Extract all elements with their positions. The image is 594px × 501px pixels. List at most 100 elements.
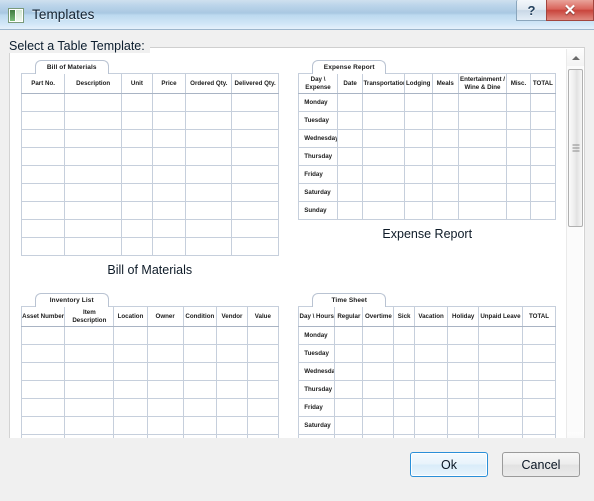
- scrollbar-thumb[interactable]: [568, 69, 583, 227]
- table-cell: [216, 380, 248, 399]
- column-header: Vendor: [216, 306, 248, 327]
- table-cell: [362, 147, 405, 166]
- template-tab-label[interactable]: Bill of Materials: [34, 60, 109, 74]
- template-bill-of-materials[interactable]: Bill of Materials Part No. Description U…: [20, 56, 279, 289]
- table-cell: [64, 416, 115, 435]
- table-row: Friday: [298, 398, 557, 417]
- help-button[interactable]: ?: [516, 0, 546, 21]
- table-cell: [336, 129, 364, 148]
- table-cell: [20, 165, 66, 184]
- template-tab-label[interactable]: Inventory List: [34, 293, 109, 307]
- template-time-sheet[interactable]: Time Sheet Day \ Hours Regular Overtime …: [298, 289, 557, 449]
- table-cell: [20, 326, 66, 345]
- template-cell: Bill of Materials Part No. Description U…: [11, 56, 289, 289]
- table-cell: [393, 362, 415, 381]
- table-row: Friday: [298, 165, 557, 184]
- template-groupbox: Select a Table Template: Bill of Materia…: [9, 39, 585, 451]
- table-cell: [185, 147, 233, 166]
- table-cell: [529, 111, 557, 130]
- table-cell: [506, 183, 531, 202]
- table-cell: [64, 362, 115, 381]
- template-preview-table[interactable]: Part No. Description Unit Price Ordered …: [20, 73, 279, 256]
- vertical-scrollbar[interactable]: [566, 49, 584, 449]
- table-cell: [146, 398, 184, 417]
- table-cell: [246, 362, 279, 381]
- table-row: [20, 129, 279, 148]
- table-cell: [457, 147, 508, 166]
- table-cell: [120, 219, 153, 238]
- table-cell: [362, 165, 405, 184]
- table-cell: [185, 165, 233, 184]
- template-inventory-list[interactable]: Inventory List Asset Number Item Descrip…: [20, 289, 279, 449]
- table-cell: [231, 147, 279, 166]
- close-button[interactable]: ✕: [546, 0, 594, 21]
- table-row: [20, 219, 279, 238]
- row-label: Tuesday: [298, 344, 336, 363]
- table-cell: [362, 380, 395, 399]
- table-cell: [521, 344, 557, 363]
- table-cell: [457, 165, 508, 184]
- column-header: Delivered Qty.: [231, 73, 279, 94]
- table-cell: [151, 237, 187, 256]
- scroll-up-arrow-icon[interactable]: [567, 49, 584, 66]
- table-cell: [20, 344, 66, 363]
- scrollbar-track[interactable]: [567, 66, 583, 432]
- table-cell: [185, 93, 233, 112]
- table-cell: [246, 416, 279, 435]
- template-preview-table[interactable]: Asset Number Item Description Location O…: [20, 306, 279, 449]
- table-cell: [231, 93, 279, 112]
- table-cell: [151, 93, 187, 112]
- template-preview-table[interactable]: Day \ Expense Date Transportation Lodgin…: [298, 73, 557, 220]
- template-preview-table[interactable]: Day \ Hours Regular Overtime Sick Vacati…: [298, 306, 557, 449]
- table-cell: [216, 398, 248, 417]
- row-label: Friday: [298, 398, 336, 417]
- table-row: Saturday: [298, 416, 557, 435]
- table-cell: [20, 219, 66, 238]
- column-header: Unpaid Leave: [478, 306, 523, 327]
- table-body: Monday Tuesday Wednesday Thursday Friday…: [298, 326, 557, 449]
- template-tab-label[interactable]: Time Sheet: [312, 293, 387, 307]
- table-cell: [431, 201, 459, 220]
- table-cell: [521, 380, 557, 399]
- table-cell: [403, 183, 433, 202]
- column-header: Condition: [182, 306, 218, 327]
- table-cell: [403, 165, 433, 184]
- table-cell: [231, 219, 279, 238]
- column-header: Meals: [431, 73, 459, 94]
- table-cell: [20, 416, 66, 435]
- cancel-button[interactable]: Cancel: [502, 452, 580, 477]
- table-cell: [336, 201, 364, 220]
- table-cell: [506, 147, 531, 166]
- scrollbar-grip-icon: [572, 144, 579, 152]
- table-cell: [64, 344, 115, 363]
- table-cell: [216, 416, 248, 435]
- table-cell: [362, 93, 405, 112]
- table-cell: [246, 398, 279, 417]
- column-header: Vacation: [413, 306, 449, 327]
- table-cell: [151, 147, 187, 166]
- ok-button[interactable]: Ok: [410, 452, 488, 477]
- table-cell: [431, 129, 459, 148]
- table-cell: [393, 398, 415, 417]
- table-row: [20, 147, 279, 166]
- table-row: Thursday: [298, 147, 557, 166]
- column-header: Day \ Hours: [298, 306, 336, 327]
- table-cell: [113, 362, 148, 381]
- table-cell: [334, 398, 364, 417]
- table-cell: [185, 129, 233, 148]
- table-cell: [529, 93, 557, 112]
- template-tab-label[interactable]: Expense Report: [312, 60, 387, 74]
- table-row: [20, 326, 279, 345]
- table-cell: [431, 111, 459, 130]
- table-cell: [113, 326, 148, 345]
- table-cell: [113, 416, 148, 435]
- table-cell: [151, 165, 187, 184]
- table-cell: [403, 201, 433, 220]
- column-header: Ordered Qty.: [185, 73, 233, 94]
- template-cell: Inventory List Asset Number Item Descrip…: [11, 289, 289, 449]
- table-cell: [64, 147, 122, 166]
- table-cell: [151, 201, 187, 220]
- template-expense-report[interactable]: Expense Report Day \ Expense Date Transp…: [298, 56, 557, 253]
- table-cell: [20, 93, 66, 112]
- row-label: Wednesday: [298, 129, 338, 148]
